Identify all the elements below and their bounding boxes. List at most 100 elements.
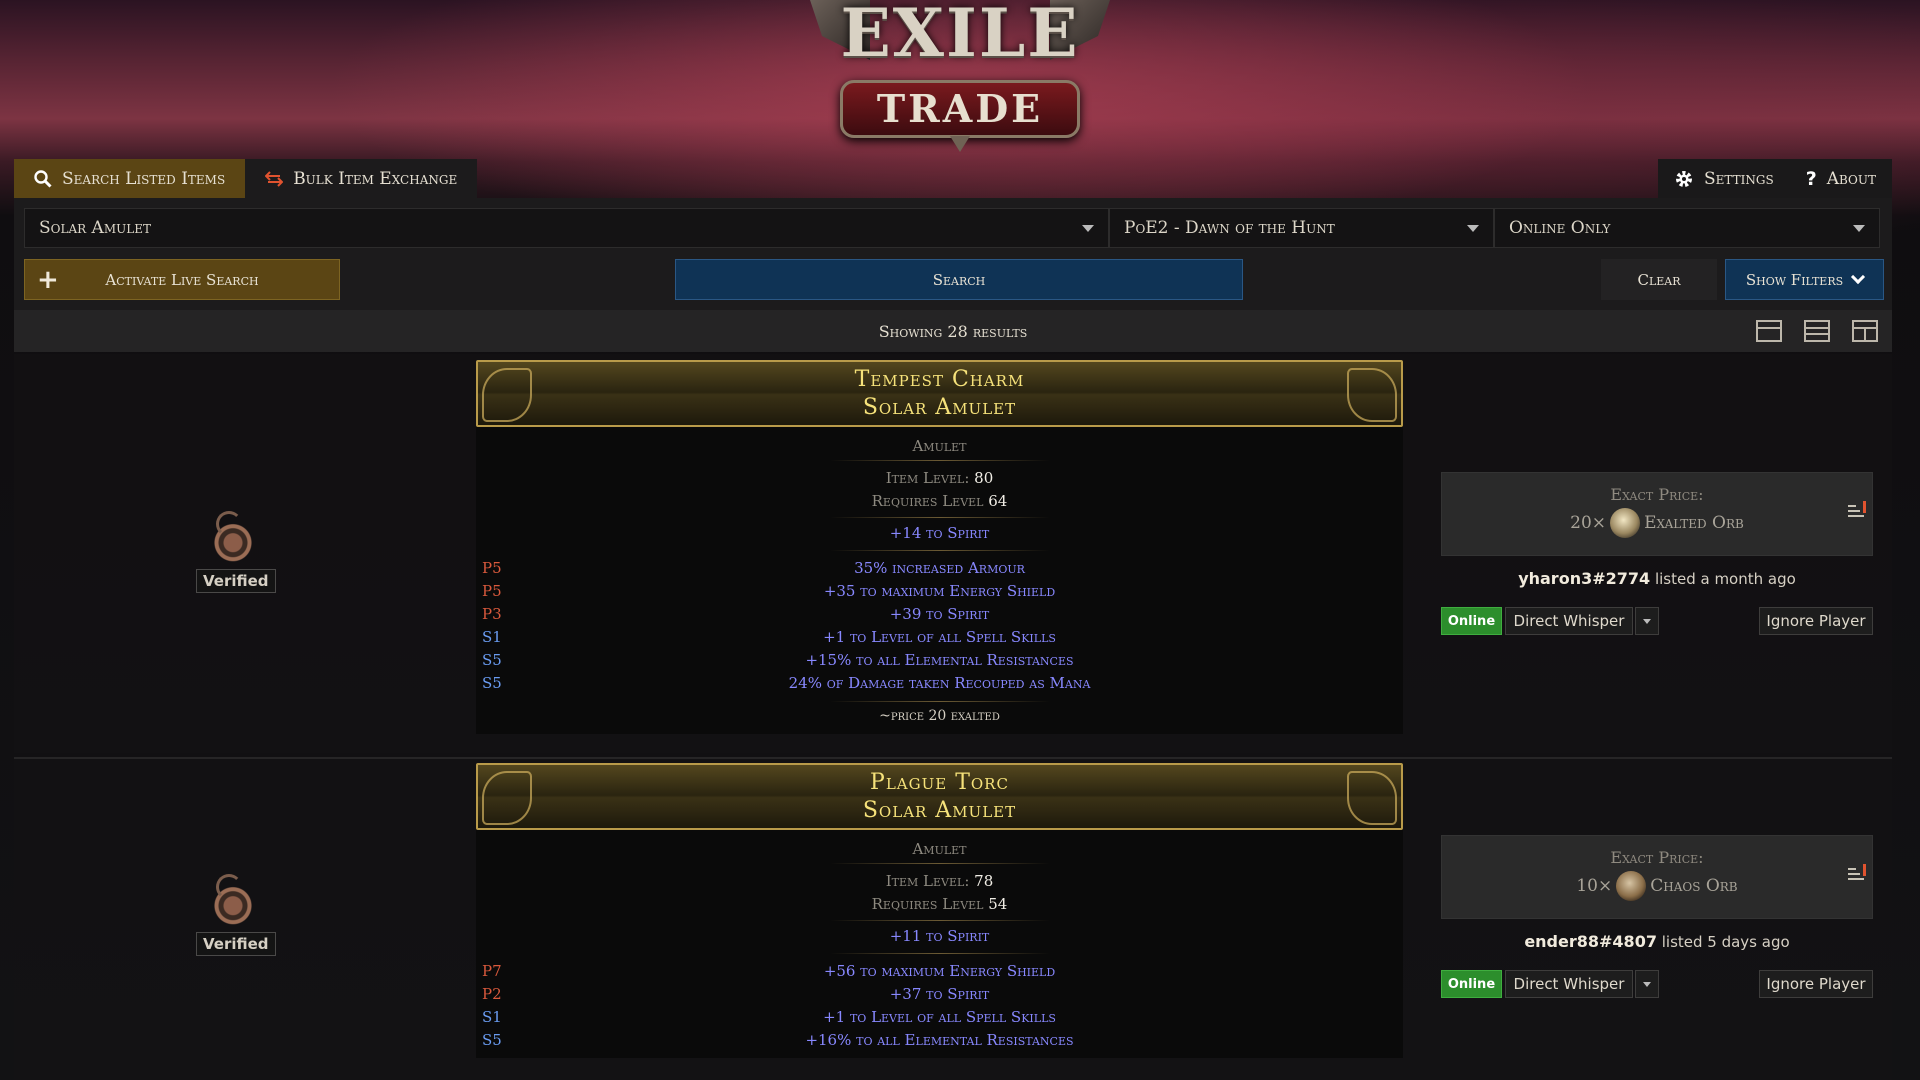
- exile-trade-logo: EXILE TRADE: [810, 0, 1110, 152]
- listed-time: listed a month ago: [1654, 570, 1796, 588]
- mod-tier: P7: [482, 962, 502, 980]
- mod-text: +1 to Level of all Spell Skills: [823, 1008, 1056, 1026]
- question-icon: ?: [1805, 167, 1817, 190]
- price-currency: Exalted Orb: [1644, 513, 1744, 533]
- seller-name[interactable]: yharon3#2774: [1518, 569, 1650, 588]
- explicit-mods: P7 +56 to maximum Energy Shield P2 +37 to …: [476, 954, 1403, 1058]
- chaos-orb-icon: [1616, 871, 1647, 901]
- item-level-line: Item Level: 80: [476, 467, 1403, 490]
- ignore-player-button[interactable]: Ignore Player: [1759, 970, 1873, 998]
- item-level-label: Item Level:: [885, 872, 970, 890]
- grid-view-icon[interactable]: [1852, 320, 1878, 342]
- results-header: Showing 28 results: [14, 310, 1892, 352]
- verified-block: Verified: [196, 511, 276, 593]
- results-count: Showing 28 results: [878, 321, 1028, 341]
- amulet-icon: [206, 874, 260, 930]
- requires-level-line: Requires Level 64: [476, 490, 1403, 513]
- whisper-dropdown-button[interactable]: [1635, 607, 1659, 635]
- search-button[interactable]: Search: [675, 259, 1243, 300]
- sort-icon[interactable]: [1848, 864, 1868, 886]
- item-level-label: Item Level:: [885, 469, 970, 487]
- sort-icon[interactable]: [1848, 501, 1868, 523]
- plus-icon: +: [37, 265, 59, 295]
- search-button-label: Search: [932, 270, 986, 289]
- live-search-label: Activate Live Search: [105, 270, 259, 289]
- show-filters-button[interactable]: Show Filters: [1725, 259, 1884, 300]
- search-panel: Solar Amulet PoE2 - Dawn of the Hunt Onl…: [14, 198, 1892, 310]
- tab-bulk-item-exchange[interactable]: Bulk Item Exchange: [245, 159, 478, 198]
- league-select[interactable]: PoE2 - Dawn of the Hunt: [1109, 208, 1494, 248]
- clear-button-label: Clear: [1637, 270, 1681, 289]
- item-header: Plague Torc Solar Amulet: [476, 763, 1403, 830]
- direct-whisper-button[interactable]: Direct Whisper: [1505, 607, 1633, 635]
- clear-button[interactable]: Clear: [1601, 259, 1717, 300]
- gear-icon: [1676, 170, 1692, 187]
- mod-text: +35 to maximum Energy Shield: [823, 582, 1056, 600]
- exalted-orb-icon: [1610, 508, 1641, 538]
- mod-line: P2 +37 to Spirit: [476, 983, 1403, 1006]
- explicit-mods: P5 35% increased Armour P5 +35 to maximum …: [476, 551, 1403, 701]
- verified-badge: Verified: [196, 569, 276, 593]
- mod-line: S1 +1 to Level of all Spell Skills: [476, 1006, 1403, 1029]
- verified-block: Verified: [196, 874, 276, 956]
- chevron-down-icon: [1851, 269, 1866, 284]
- mod-line: P5 +35 to maximum Energy Shield: [476, 580, 1403, 603]
- view-toggle-group: [1756, 320, 1878, 342]
- mod-line: S5 24% of Damage taken Recouped as Mana: [476, 672, 1403, 695]
- logo-subtitle: TRADE: [876, 86, 1044, 131]
- mod-tier: S5: [482, 674, 502, 692]
- mod-text: 35% increased Armour: [854, 559, 1025, 577]
- chevron-down-icon: [1082, 224, 1094, 232]
- logo-tip: [950, 136, 970, 152]
- tab-search-listed-items[interactable]: Search Listed Items: [14, 159, 246, 198]
- requires-level-label: Requires Level: [871, 895, 984, 913]
- implicit-mod: +14 to Spirit: [889, 524, 990, 542]
- caret-down-icon: [1643, 981, 1651, 987]
- exchange-icon: [265, 170, 284, 187]
- ignore-player-button[interactable]: Ignore Player: [1759, 607, 1873, 635]
- item-card: Tempest Charm Solar Amulet Amulet Item L…: [476, 360, 1403, 734]
- compact-view-icon[interactable]: [1756, 320, 1782, 342]
- price-value: 20× Exalted Orb: [1442, 508, 1872, 538]
- requires-level-value: 54: [988, 895, 1008, 913]
- status-select[interactable]: Online Only: [1494, 208, 1880, 248]
- logo-title: EXILE: [840, 0, 1080, 72]
- price-label: Exact Price:: [1610, 848, 1704, 867]
- caret-down-icon: [1643, 618, 1651, 624]
- seller-line: ender88#4807 listed 5 days ago: [1441, 932, 1873, 951]
- direct-whisper-button[interactable]: Direct Whisper: [1505, 970, 1633, 998]
- mod-line: P5 35% increased Armour: [476, 557, 1403, 580]
- activate-live-search-button[interactable]: + Activate Live Search: [24, 259, 340, 300]
- mod-text: +15% to all Elemental Resistances: [805, 651, 1074, 669]
- mod-line: S1 +1 to Level of all Spell Skills: [476, 626, 1403, 649]
- chevron-down-icon: [1853, 224, 1865, 232]
- mod-text: +56 to maximum Energy Shield: [823, 962, 1056, 980]
- whisper-dropdown-button[interactable]: [1635, 970, 1659, 998]
- seller-name[interactable]: ender88#4807: [1524, 932, 1657, 951]
- mod-text: +37 to Spirit: [889, 985, 990, 1003]
- mod-line: S5 +15% to all Elemental Resistances: [476, 649, 1403, 672]
- item-level-value: 78: [974, 872, 994, 890]
- price-value: 10× Chaos Orb: [1442, 871, 1872, 901]
- mod-tier: P2: [482, 985, 502, 1003]
- settings-button[interactable]: Settings: [1658, 159, 1790, 198]
- main-tabs: Search Listed Items Bulk Item Exchange: [14, 159, 478, 198]
- price-amount: 20×: [1570, 513, 1607, 533]
- mod-tier: S1: [482, 1008, 502, 1026]
- list-view-icon[interactable]: [1804, 320, 1830, 342]
- seller-line: yharon3#2774 listed a month ago: [1441, 569, 1873, 588]
- listed-time: listed 5 days ago: [1661, 933, 1790, 951]
- status-value: Online Only: [1509, 218, 1611, 238]
- price-amount: 10×: [1576, 876, 1613, 896]
- item-type: Amulet: [912, 437, 967, 455]
- about-button[interactable]: ? About: [1790, 159, 1892, 198]
- online-status-badge: Online: [1441, 607, 1502, 635]
- mod-tier: S5: [482, 651, 502, 669]
- item-search-value: Solar Amulet: [39, 218, 151, 238]
- mod-line: P7 +56 to maximum Energy Shield: [476, 960, 1403, 983]
- search-icon: [34, 169, 52, 188]
- mod-text: +16% to all Elemental Resistances: [805, 1031, 1074, 1049]
- item-name: Plague Torc: [870, 770, 1009, 795]
- utility-tabs: Settings ? About: [1658, 159, 1892, 198]
- item-search-input[interactable]: Solar Amulet: [24, 208, 1109, 248]
